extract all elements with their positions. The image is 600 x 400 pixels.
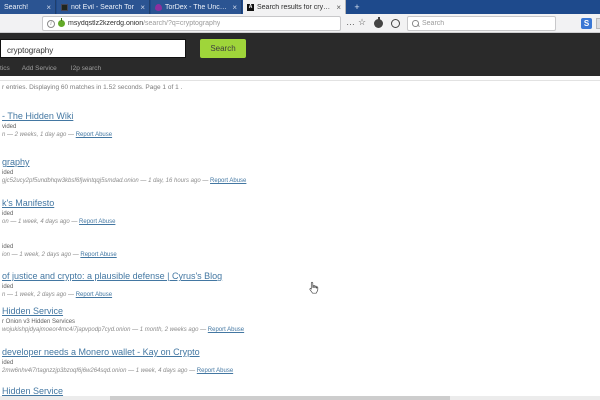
scrollbar-thumb[interactable] <box>110 396 450 400</box>
toolbar-search[interactable] <box>407 16 556 31</box>
tordex-favicon <box>155 4 162 11</box>
navigation-toolbar: i msydqstlz2kzerdg.onion/search/?q=crypt… <box>0 14 600 33</box>
tab-close-icon[interactable]: × <box>46 3 51 12</box>
result-meta: on — 1 week, 4 days ago — Report Abuse <box>2 219 115 226</box>
ahmia-header: Search tics Add Service I2p search <box>0 33 600 76</box>
result-description: ided <box>2 211 115 218</box>
tab-search[interactable]: Search! × <box>0 0 56 14</box>
report-abuse-link[interactable]: Report Abuse <box>80 252 116 258</box>
result-title-link[interactable]: developer needs a Monero wallet - Kay on… <box>2 347 233 357</box>
result-description: r Onion v3 Hidden Services <box>2 319 244 326</box>
results-summary: r entries. Displaying 60 matches in 1.52… <box>2 84 182 91</box>
search-result: Hidden Service <box>2 386 63 396</box>
query-input-wrap <box>0 39 186 58</box>
notevil-favicon <box>61 4 68 11</box>
nav-i2p-search-link[interactable]: I2p search <box>71 65 101 72</box>
result-description: ided <box>2 284 222 291</box>
search-result: k's Manifesto ided on — 1 week, 4 days a… <box>2 198 115 226</box>
url-domain: msydqstlz2kzerdg.onion <box>68 20 143 27</box>
report-abuse-link[interactable]: Report Abuse <box>76 132 112 138</box>
result-description: vided <box>2 124 112 131</box>
tab-title: not Evil - Search Tor <box>71 4 137 11</box>
url-bar[interactable]: i msydqstlz2kzerdg.onion/search/?q=crypt… <box>42 16 341 31</box>
result-url: n — 1 week, 2 days ago — <box>2 292 76 298</box>
result-url: on — 1 week, 4 days ago — <box>2 219 79 225</box>
result-description: ided <box>2 360 233 367</box>
result-title-link[interactable]: - The Hidden Wiki <box>2 111 112 121</box>
report-abuse-link[interactable]: Report Abuse <box>208 327 244 333</box>
new-tab-button[interactable]: + <box>350 1 364 14</box>
tab-title: Search! <box>4 4 43 11</box>
https-everywhere-icon[interactable] <box>391 19 400 28</box>
search-result: developer needs a Monero wallet - Kay on… <box>2 347 233 375</box>
query-input[interactable] <box>1 42 185 59</box>
result-title-link[interactable]: Hidden Service <box>2 306 244 316</box>
horizontal-scrollbar[interactable] <box>0 396 600 400</box>
result-url: ion — 1 week, 2 days ago — <box>2 252 80 258</box>
tab-title: Search results for cryptography <box>257 4 333 11</box>
header-nav: tics Add Service I2p search <box>0 65 101 72</box>
result-url: wojukishpjdyajmoeor4mc4i7japvpodp7cyd.on… <box>2 327 208 333</box>
search-result: of justice and crypto: a plausible defen… <box>2 271 222 299</box>
onion-site-icon[interactable] <box>58 20 65 27</box>
mouse-cursor <box>308 281 320 295</box>
tab-close-icon[interactable]: × <box>336 3 341 12</box>
result-title-link[interactable]: of justice and crypto: a plausible defen… <box>2 271 222 281</box>
search-result: - The Hidden Wiki vided n — 2 weeks, 1 d… <box>2 111 112 139</box>
result-meta: wojukishpjdyajmoeor4mc4i7japvpodp7cyd.on… <box>2 327 244 334</box>
search-button[interactable]: Search <box>200 39 246 58</box>
result-url: 2mw6nhv4i7rtagnzzjp3bzoqf6j6w264sqd.onio… <box>2 368 197 374</box>
report-abuse-link[interactable]: Report Abuse <box>79 219 115 225</box>
tab-notevil[interactable]: not Evil - Search Tor × <box>57 0 150 14</box>
result-meta: 2mw6nhv4i7rtagnzzjp3bzoqf6j6w264sqd.onio… <box>2 368 233 375</box>
report-abuse-link[interactable]: Report Abuse <box>210 178 246 184</box>
result-meta: ion — 1 week, 2 days ago — Report Abuse <box>2 252 117 259</box>
report-abuse-link[interactable]: Report Abuse <box>76 292 112 298</box>
result-title-link[interactable]: graphy <box>2 157 246 167</box>
result-title-link[interactable]: k's Manifesto <box>2 198 115 208</box>
ahmia-favicon: A <box>247 4 254 11</box>
noscript-icon[interactable]: S <box>581 18 592 29</box>
tab-close-icon[interactable]: × <box>140 3 145 12</box>
tab-title: TorDex - The Uncensored Tor lin <box>165 4 229 11</box>
torbutton-onion-icon[interactable] <box>374 19 383 28</box>
result-meta: gjc52ucy2pf5undbhqw3kbsf6fjwintqqj5smdad… <box>2 178 246 185</box>
result-title-link[interactable]: Hidden Service <box>2 386 63 396</box>
search-result: graphy ided gjc52ucy2pf5undbhqw3kbsf6fjw… <box>2 157 246 185</box>
search-result: ided ion — 1 week, 2 days ago — Report A… <box>2 241 117 259</box>
divider <box>0 80 600 81</box>
browser-window: Search! × not Evil - Search Tor × TorDex… <box>0 0 600 400</box>
nav-statistics-link[interactable]: tics <box>0 65 10 72</box>
tab-tordex[interactable]: TorDex - The Uncensored Tor lin × <box>151 0 242 14</box>
tab-ahmia-active[interactable]: A Search results for cryptography × <box>243 0 346 14</box>
result-url: n — 2 weeks, 1 day ago — <box>2 132 76 138</box>
site-info-icon[interactable]: i <box>47 20 55 28</box>
page-actions-icon[interactable]: … <box>346 17 355 27</box>
tab-bar: Search! × not Evil - Search Tor × TorDex… <box>0 0 600 14</box>
url-text: msydqstlz2kzerdg.onion/search/?q=cryptog… <box>68 20 220 27</box>
toolbar-search-input[interactable] <box>422 20 551 27</box>
report-abuse-link[interactable]: Report Abuse <box>197 368 233 374</box>
result-description: ided <box>2 244 117 251</box>
tab-close-icon[interactable]: × <box>232 3 237 12</box>
bookmark-star-icon[interactable]: ☆ <box>358 17 366 28</box>
result-url: gjc52ucy2pf5undbhqw3kbsf6fjwintqqj5smdad… <box>2 178 210 184</box>
nav-add-service-link[interactable]: Add Service <box>22 65 57 72</box>
result-meta: n — 1 week, 2 days ago — Report Abuse <box>2 292 222 299</box>
url-path: /search/?q=cryptography <box>143 20 220 27</box>
search-result: Hidden Service r Onion v3 Hidden Service… <box>2 306 244 334</box>
result-meta: n — 2 weeks, 1 day ago — Report Abuse <box>2 132 112 139</box>
menu-icon[interactable] <box>596 18 600 29</box>
search-icon <box>412 20 419 27</box>
results-page: r entries. Displaying 60 matches in 1.52… <box>0 76 600 400</box>
result-description: ided <box>2 170 246 177</box>
